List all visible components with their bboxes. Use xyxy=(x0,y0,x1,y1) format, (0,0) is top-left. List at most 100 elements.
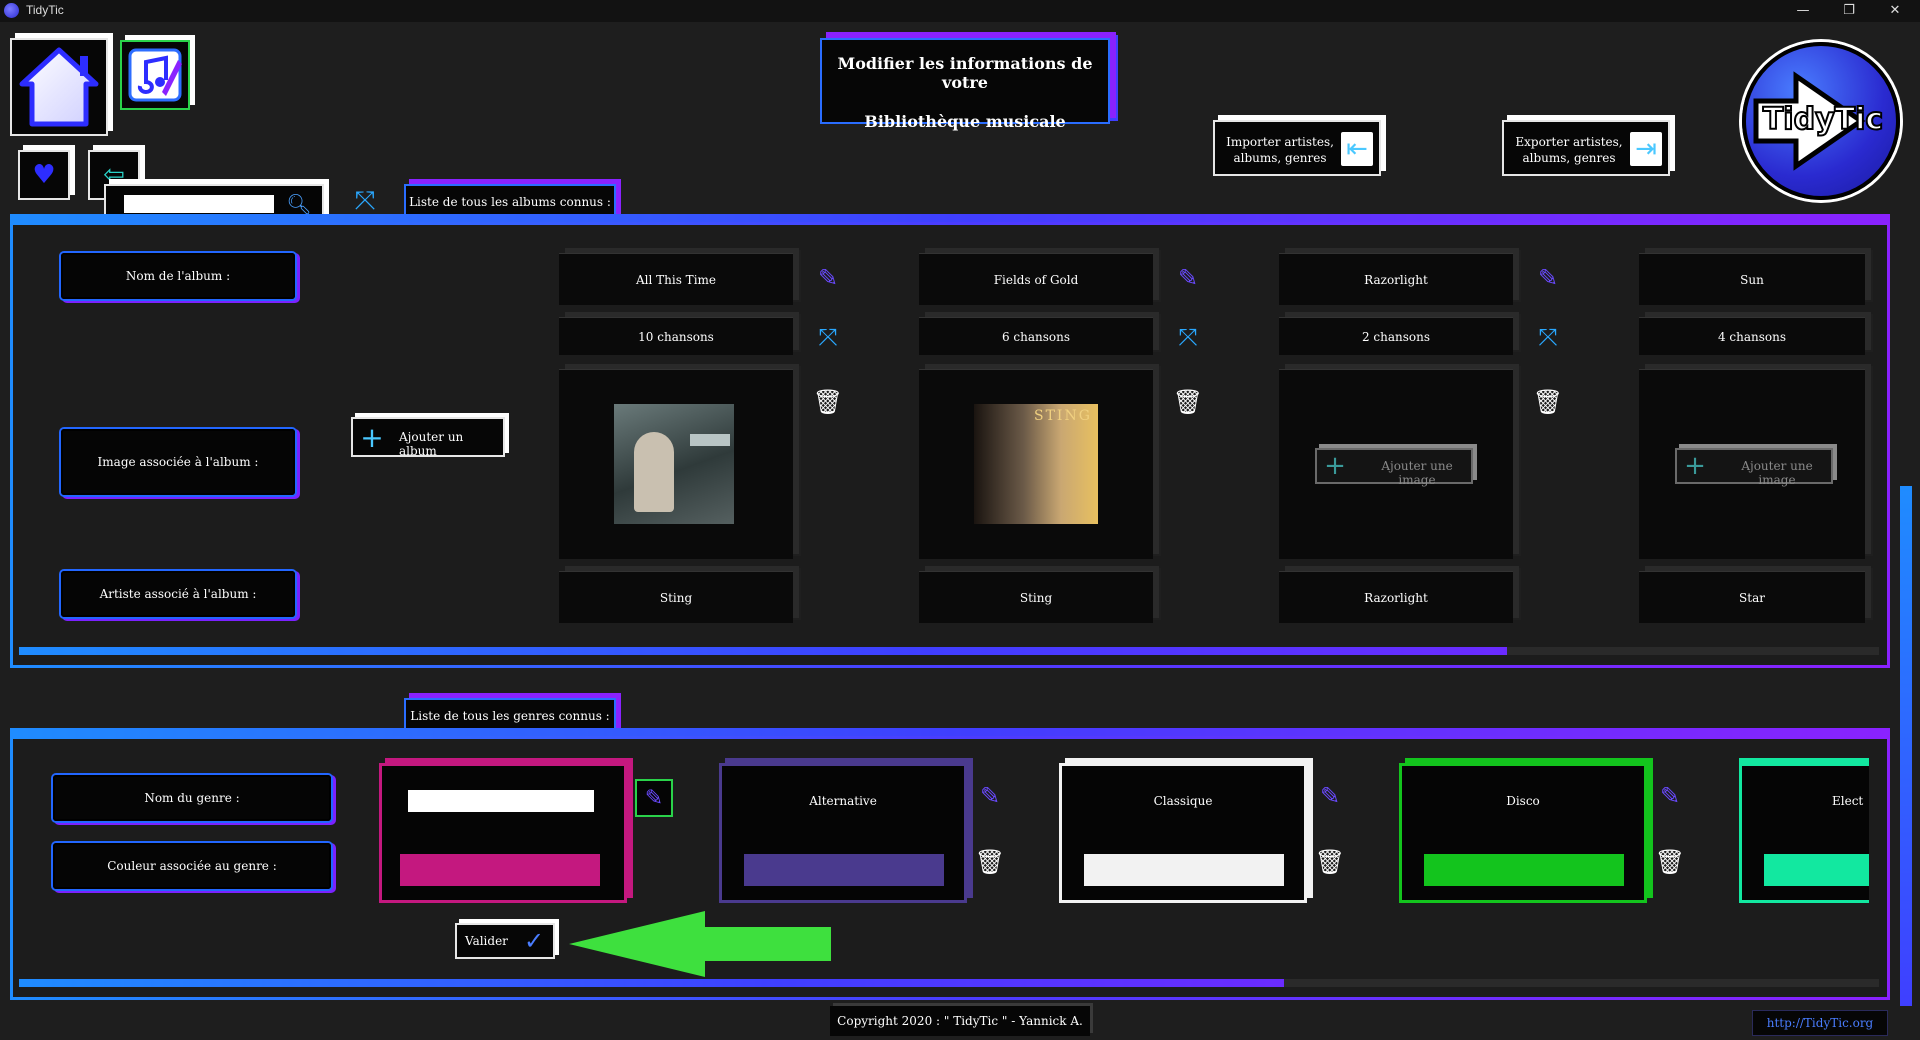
expand-icon[interactable]: ⤧ xyxy=(1531,320,1565,354)
album-name-cell[interactable]: All This Time xyxy=(559,253,793,305)
album-artist-cell[interactable]: Star xyxy=(1639,571,1865,623)
album-songs-cell: 6 chansons xyxy=(919,317,1153,355)
import-label: Importer artistes, albums, genres xyxy=(1226,135,1334,165)
trash-icon[interactable]: 🗑︎ xyxy=(1653,845,1687,879)
genres-panel: Nom du genre : Couleur associée au genre… xyxy=(10,736,1890,1000)
heart-icon: ♥ xyxy=(32,160,56,190)
albums-panel: Nom de l'album : Image associée à l'albu… xyxy=(10,222,1890,668)
genre-color-swatch[interactable] xyxy=(400,854,600,886)
home-icon xyxy=(19,47,99,127)
albums-scrollbar-track[interactable] xyxy=(19,647,1879,655)
pencil-icon[interactable]: ✎ xyxy=(1531,261,1565,295)
validate-label: Valider xyxy=(465,934,508,948)
album-name-cell[interactable]: Fields of Gold xyxy=(919,253,1153,305)
new-genre-card xyxy=(379,763,627,903)
expand-icon[interactable]: ⤧ xyxy=(348,184,382,218)
page-title: Modifier les informations de votre Bibli… xyxy=(820,38,1110,131)
close-button[interactable]: ✕ xyxy=(1872,0,1918,22)
window-title: TidyTic xyxy=(26,3,64,17)
albums-scrollbar-thumb[interactable] xyxy=(19,647,1507,655)
pencil-icon[interactable]: ✎ xyxy=(635,779,673,817)
website-link[interactable]: http://TidyTic.org xyxy=(1752,1010,1888,1036)
trash-icon[interactable]: 🗑︎ xyxy=(1531,385,1565,419)
album-name-cell[interactable]: Razorlight xyxy=(1279,253,1513,305)
genre-name: Elect xyxy=(1832,794,1864,808)
genre-card[interactable]: Elect xyxy=(1739,763,1869,903)
genre-color-swatch xyxy=(1424,854,1624,886)
genre-color-swatch xyxy=(1764,854,1869,886)
album-name-label: Nom de l'album : xyxy=(61,253,295,299)
album-image-cell[interactable]: STING xyxy=(919,369,1153,559)
genre-name: Disco xyxy=(1506,794,1540,808)
page-title-line2: Bibliothèque musicale xyxy=(864,112,1066,131)
trash-icon[interactable]: 🗑︎ xyxy=(1313,845,1347,879)
add-image-label: Ajouter une image xyxy=(1741,459,1813,487)
album-image-cell[interactable] xyxy=(559,369,793,559)
album-songs-cell: 2 chansons xyxy=(1279,317,1513,355)
window-titlebar: TidyTic — ❐ ✕ xyxy=(0,0,1920,22)
genres-scrollbar-thumb[interactable] xyxy=(19,979,1284,987)
genre-color-label: Couleur associée au genre : xyxy=(53,843,331,889)
trash-icon[interactable]: 🗑︎ xyxy=(1171,385,1205,419)
expand-icon[interactable]: ⤧ xyxy=(811,320,845,354)
album-cover-image: STING xyxy=(974,404,1098,524)
add-image-button[interactable]: + Ajouter une image xyxy=(1315,448,1473,487)
add-album-button[interactable]: + Ajouter un album xyxy=(351,417,505,458)
genre-color-swatch xyxy=(744,854,944,886)
albums-top-bar xyxy=(10,214,1890,222)
genre-name-label: Nom du genre : xyxy=(53,775,331,821)
add-image-button[interactable]: + Ajouter une image xyxy=(1675,448,1833,487)
music-note-icon xyxy=(128,48,182,102)
album-artist-label: Artiste associé à l'album : xyxy=(61,571,295,617)
import-icon: ⇤ xyxy=(1341,132,1373,166)
pencil-icon[interactable]: ✎ xyxy=(973,779,1007,813)
album-image-cell: + Ajouter une image xyxy=(1639,369,1865,559)
minimize-button[interactable]: — xyxy=(1780,0,1826,22)
tidytic-logo: TidyTic xyxy=(1742,42,1900,200)
genre-card[interactable]: Classique xyxy=(1059,763,1307,903)
search-input[interactable] xyxy=(124,195,274,213)
plus-icon: + xyxy=(360,420,384,454)
restore-button[interactable]: ❐ xyxy=(1826,0,1872,22)
logo-text: TidyTic xyxy=(1762,101,1884,138)
add-image-label: Ajouter une image xyxy=(1381,459,1453,487)
genres-scrollbar-track[interactable] xyxy=(19,979,1879,987)
album-name-cell[interactable]: Sun xyxy=(1639,253,1865,305)
genre-color-swatch xyxy=(1084,854,1284,886)
genre-card[interactable]: Disco xyxy=(1399,763,1647,903)
album-songs-cell: 4 chansons xyxy=(1639,317,1865,355)
album-artist-cell[interactable]: Sting xyxy=(919,571,1153,623)
genres-top-bar xyxy=(10,728,1890,736)
favorites-button[interactable]: ♥ xyxy=(18,150,70,200)
import-button[interactable]: Importer artistes, albums, genres ⇤ xyxy=(1213,120,1381,176)
home-button[interactable] xyxy=(10,38,108,136)
trash-icon[interactable]: 🗑︎ xyxy=(811,385,845,419)
music-edit-button[interactable] xyxy=(120,40,190,110)
genre-name: Classique xyxy=(1153,794,1213,808)
app-icon xyxy=(4,3,19,18)
album-image-label: Image associée à l'album : xyxy=(61,429,295,495)
album-image-cell: + Ajouter une image xyxy=(1279,369,1513,559)
plus-icon: + xyxy=(1684,451,1706,481)
plus-icon: + xyxy=(1324,451,1346,481)
page-title-line1: Modifier les informations de votre xyxy=(837,54,1093,92)
expand-icon[interactable]: ⤧ xyxy=(1171,320,1205,354)
album-cover-image xyxy=(614,404,734,524)
genre-name-input[interactable] xyxy=(408,790,594,812)
pencil-icon[interactable]: ✎ xyxy=(1653,779,1687,813)
album-artist-cell[interactable]: Razorlight xyxy=(1279,571,1513,623)
green-arrow-icon xyxy=(569,911,831,977)
album-artist-cell[interactable]: Sting xyxy=(559,571,793,623)
pencil-icon[interactable]: ✎ xyxy=(1313,779,1347,813)
album-cover-text: STING xyxy=(1034,408,1092,424)
trash-icon[interactable]: 🗑︎ xyxy=(973,845,1007,879)
genre-card[interactable]: Alternative xyxy=(719,763,967,903)
page-scrollbar-thumb[interactable] xyxy=(1900,486,1912,1006)
genre-name: Alternative xyxy=(809,794,877,808)
copyright-text: Copyright 2020 : " TidyTic " - Yannick A… xyxy=(830,1006,1090,1036)
pencil-icon[interactable]: ✎ xyxy=(1171,261,1205,295)
export-icon: ⇥ xyxy=(1630,132,1662,166)
validate-button[interactable]: Valider ✓ xyxy=(455,923,555,959)
export-button[interactable]: Exporter artistes, albums, genres ⇥ xyxy=(1502,120,1670,176)
pencil-icon[interactable]: ✎ xyxy=(811,261,845,295)
